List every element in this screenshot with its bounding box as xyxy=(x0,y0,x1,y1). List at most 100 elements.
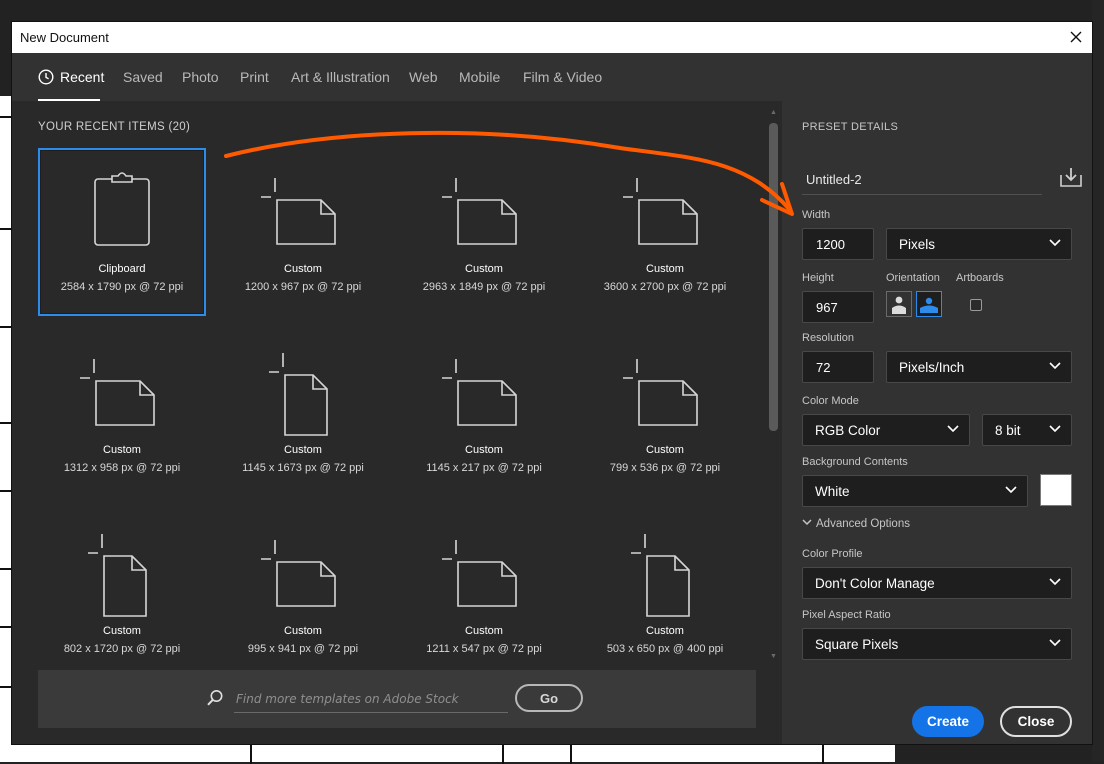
width-input[interactable]: 1200 xyxy=(802,228,874,260)
recent-item-dimensions: 995 x 941 px @ 72 ppi xyxy=(247,643,359,655)
title-bar: New Document xyxy=(12,22,1092,53)
tab-saved[interactable]: Saved xyxy=(123,69,163,85)
color-mode-value: RGB Color xyxy=(815,423,881,438)
pixel-aspect-dropdown[interactable]: Square Pixels xyxy=(802,628,1072,660)
bg-line xyxy=(0,686,12,688)
create-button[interactable]: Create xyxy=(912,706,984,737)
recent-item[interactable]: Custom 2963 x 1849 px @ 72 ppi xyxy=(400,148,568,316)
tab-photo[interactable]: Photo xyxy=(182,69,219,85)
bg-line xyxy=(0,422,12,424)
recent-item-name: Custom xyxy=(103,444,141,456)
scroll-thumb[interactable] xyxy=(769,123,778,431)
resolution-label: Resolution xyxy=(802,332,854,344)
recent-item-name: Custom xyxy=(284,625,322,637)
recent-item-name: Custom xyxy=(465,625,503,637)
color-profile-dropdown[interactable]: Don't Color Manage xyxy=(802,567,1072,599)
pixel-aspect-value: Square Pixels xyxy=(815,637,899,652)
portrait-orientation-button[interactable] xyxy=(886,291,912,317)
recent-count: (20) xyxy=(168,121,191,133)
landscape-orientation-button[interactable] xyxy=(916,291,942,317)
bg-box xyxy=(570,741,824,764)
tab-web[interactable]: Web xyxy=(409,69,438,85)
background-color-swatch[interactable] xyxy=(1040,474,1072,506)
search-icon xyxy=(207,690,223,706)
recent-item[interactable]: Custom 1145 x 217 px @ 72 ppi xyxy=(400,329,568,497)
bg-box xyxy=(250,741,504,764)
go-button[interactable]: Go xyxy=(515,684,583,712)
chevron-down-icon xyxy=(1049,362,1061,370)
advanced-options-label: Advanced Options xyxy=(816,518,910,530)
landscape-icon xyxy=(920,297,938,313)
width-unit-dropdown[interactable]: Pixels xyxy=(886,228,1072,260)
recent-item[interactable]: Custom 1145 x 1673 px @ 72 ppi xyxy=(219,329,387,497)
resolution-unit-dropdown[interactable]: Pixels/Inch xyxy=(886,351,1072,383)
chevron-down-icon xyxy=(1049,639,1061,647)
recent-item[interactable]: Custom 995 x 941 px @ 72 ppi xyxy=(219,510,387,678)
recent-item[interactable]: Custom 3600 x 2700 px @ 72 ppi xyxy=(581,148,749,316)
recent-item-dimensions: 1145 x 1673 px @ 72 ppi xyxy=(242,462,364,474)
portrait-icon xyxy=(892,296,906,314)
stock-search-input[interactable] xyxy=(234,686,508,713)
chevron-down-icon xyxy=(1005,486,1017,494)
recent-item-dimensions: 1211 x 547 px @ 72 ppi xyxy=(426,643,542,655)
resolution-input[interactable]: 72 xyxy=(802,351,874,383)
artboards-checkbox[interactable] xyxy=(970,299,982,311)
bg-line xyxy=(0,626,12,628)
scroll-up-icon[interactable]: ▲ xyxy=(769,109,778,117)
recent-heading-text: YOUR RECENT ITEMS xyxy=(38,121,165,133)
recent-item-dimensions: 2584 x 1790 px @ 72 ppi xyxy=(60,281,184,293)
background-edge xyxy=(1092,0,1104,762)
height-label: Height xyxy=(802,272,834,284)
recent-item[interactable]: Custom 799 x 536 px @ 72 ppi xyxy=(581,329,749,497)
bit-depth-value: 8 bit xyxy=(995,423,1021,438)
recent-item[interactable]: Custom 1211 x 547 px @ 72 ppi xyxy=(400,510,568,678)
tab-mobile[interactable]: Mobile xyxy=(459,69,500,85)
bit-depth-dropdown[interactable]: 8 bit xyxy=(982,414,1072,446)
stock-search-bar: Go xyxy=(38,670,756,728)
recent-item[interactable]: Custom 1312 x 958 px @ 72 ppi xyxy=(38,329,206,497)
recent-item-name: Custom xyxy=(646,263,684,275)
color-mode-label: Color Mode xyxy=(802,395,859,407)
scrollbar[interactable]: ▲ ▼ xyxy=(766,109,780,661)
recent-item-name: Custom xyxy=(646,625,684,637)
recent-item-name: Custom xyxy=(465,263,503,275)
recent-items-panel: YOUR RECENT ITEMS (20) Clipboard 2584 x 1… xyxy=(12,101,782,744)
recent-item[interactable]: Custom 1200 x 967 px @ 72 ppi xyxy=(219,148,387,316)
height-input[interactable]: 967 xyxy=(802,291,874,323)
recent-item-dimensions: 1200 x 967 px @ 72 ppi xyxy=(244,281,362,293)
color-mode-dropdown[interactable]: RGB Color xyxy=(802,414,970,446)
chevron-down-icon xyxy=(1049,578,1061,586)
width-unit-value: Pixels xyxy=(899,237,936,252)
close-button[interactable]: Close xyxy=(1000,706,1072,737)
save-preset-icon[interactable] xyxy=(1060,167,1082,192)
preset-tabs: Recent Saved Photo Print Art & Illustrat… xyxy=(12,53,1092,102)
bg-line xyxy=(0,116,12,118)
preset-heading: PRESET DETAILS xyxy=(802,121,899,133)
close-icon[interactable] xyxy=(1066,27,1086,47)
bg-line xyxy=(0,228,12,230)
background-contents-dropdown[interactable]: White xyxy=(802,475,1028,507)
document-name-field[interactable]: Untitled-2 xyxy=(802,165,1042,195)
resolution-unit-value: Pixels/Inch xyxy=(899,360,965,375)
recent-item-name: Custom xyxy=(284,444,322,456)
pixel-aspect-label: Pixel Aspect Ratio xyxy=(802,609,891,621)
recent-item-dimensions: 802 x 1720 px @ 72 ppi xyxy=(63,643,181,655)
recent-item[interactable]: Custom 503 x 650 px @ 400 ppi xyxy=(581,510,749,678)
recent-item[interactable]: Custom 802 x 1720 px @ 72 ppi xyxy=(38,510,206,678)
bg-line xyxy=(0,568,12,570)
new-document-dialog: New Document Recent Saved Photo Print Ar… xyxy=(12,22,1092,744)
recent-item[interactable]: Clipboard 2584 x 1790 px @ 72 ppi xyxy=(38,148,206,316)
chevron-down-icon xyxy=(1049,239,1061,247)
color-profile-value: Don't Color Manage xyxy=(815,576,935,591)
chevron-down-icon xyxy=(947,425,959,433)
recent-item-name: Custom xyxy=(103,625,141,637)
tab-recent[interactable]: Recent xyxy=(38,69,104,85)
advanced-options-toggle[interactable]: Advanced Options xyxy=(802,518,910,530)
tab-film-video[interactable]: Film & Video xyxy=(523,69,602,85)
scroll-down-icon[interactable]: ▼ xyxy=(769,653,778,661)
tab-label: Recent xyxy=(60,69,105,85)
tab-art-illustration[interactable]: Art & Illustration xyxy=(291,69,390,85)
recent-item-dimensions: 2963 x 1849 px @ 72 ppi xyxy=(422,281,546,293)
tab-print[interactable]: Print xyxy=(240,69,269,85)
artboards-label: Artboards xyxy=(956,272,1004,284)
